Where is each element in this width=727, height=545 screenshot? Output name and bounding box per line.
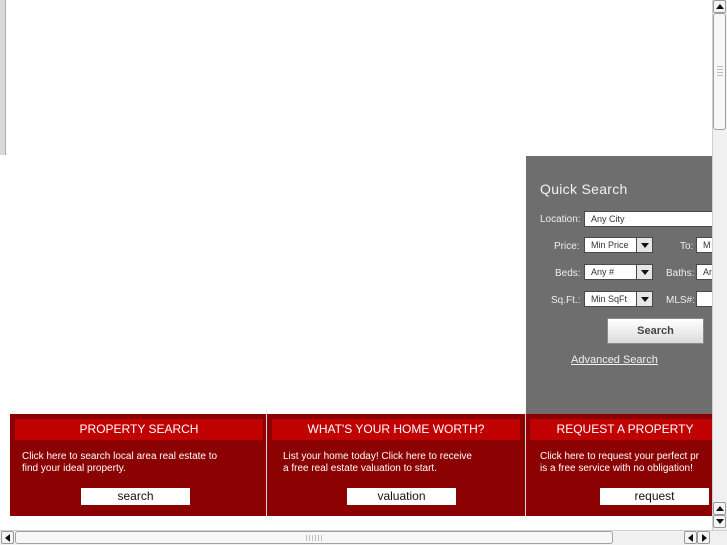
panel-text-line: a free real estate valuation to start.	[283, 463, 437, 474]
mls-input[interactable]	[696, 291, 712, 307]
search-link-button[interactable]: search	[81, 488, 190, 505]
panel-text-line: find your ideal property.	[22, 463, 126, 474]
grip-icon	[717, 66, 723, 78]
max-price-value: M	[703, 240, 711, 250]
baths-label: Baths:	[666, 268, 695, 279]
sqft-select[interactable]: Min SqFt	[584, 291, 653, 307]
property-search-panel: PROPERTY SEARCH Click here to search loc…	[10, 414, 266, 516]
quick-search-panel: Quick Search Location: Any City Price: M…	[526, 156, 712, 414]
price-label: Price:	[554, 241, 580, 252]
quick-search-title: Quick Search	[540, 181, 628, 197]
panel-text-line: Click here to search local area real est…	[22, 451, 218, 462]
scroll-down-icon[interactable]	[713, 515, 726, 528]
location-label: Location:	[540, 214, 581, 225]
scroll-left-icon[interactable]	[1, 531, 14, 544]
scroll-up-icon[interactable]	[713, 502, 726, 515]
panel-title: WHAT'S YOUR HOME WORTH?	[272, 419, 520, 440]
beds-select[interactable]: Any #	[584, 264, 653, 280]
panel-text: List your home today! Click here to rece…	[283, 451, 521, 475]
scroll-right-icon[interactable]	[697, 531, 710, 544]
location-value: Any City	[591, 214, 625, 224]
scroll-up-icon[interactable]	[713, 0, 726, 13]
baths-value: An	[703, 267, 712, 277]
request-property-panel: REQUEST A PROPERTY Click here to request…	[526, 414, 712, 516]
location-select[interactable]: Any City	[584, 211, 712, 227]
panel-text: Click here to request your perfect pr is…	[540, 451, 712, 475]
panel-title: REQUEST A PROPERTY	[530, 419, 712, 440]
baths-select[interactable]: An	[696, 264, 712, 280]
mls-label: MLS#:	[666, 295, 695, 306]
min-price-value: Min Price	[591, 240, 629, 250]
request-button[interactable]: request	[600, 488, 709, 505]
max-price-select[interactable]: M	[696, 237, 712, 253]
chevron-down-icon	[636, 265, 652, 279]
valuation-button[interactable]: valuation	[347, 488, 456, 505]
panel-text-line: Click here to request your perfect pr	[540, 451, 699, 462]
sqft-value: Min SqFt	[591, 294, 628, 304]
left-edge-line	[5, 0, 6, 155]
scroll-left-icon[interactable]	[684, 531, 697, 544]
panel-text-line: is a free service with no obligation!	[540, 463, 693, 474]
horizontal-scroll-thumb[interactable]	[15, 531, 613, 544]
min-price-select[interactable]: Min Price	[584, 237, 653, 253]
beds-label: Beds:	[555, 268, 581, 279]
panel-text: Click here to search local area real est…	[22, 451, 262, 475]
advanced-search-link[interactable]: Advanced Search	[571, 354, 658, 366]
search-button[interactable]: Search	[607, 318, 704, 344]
feature-panels-bar: PROPERTY SEARCH Click here to search loc…	[10, 414, 712, 516]
panel-text-line: List your home today! Click here to rece…	[283, 451, 472, 462]
beds-value: Any #	[591, 267, 615, 277]
chevron-down-icon	[636, 292, 652, 306]
vertical-scroll-thumb[interactable]	[713, 13, 726, 130]
home-worth-panel: WHAT'S YOUR HOME WORTH? List your home t…	[267, 414, 524, 516]
to-label: To:	[680, 241, 694, 252]
chevron-down-icon	[636, 238, 652, 252]
panel-title: PROPERTY SEARCH	[15, 419, 263, 440]
sqft-label: Sq.Ft.:	[551, 295, 581, 306]
grip-icon	[306, 535, 324, 541]
